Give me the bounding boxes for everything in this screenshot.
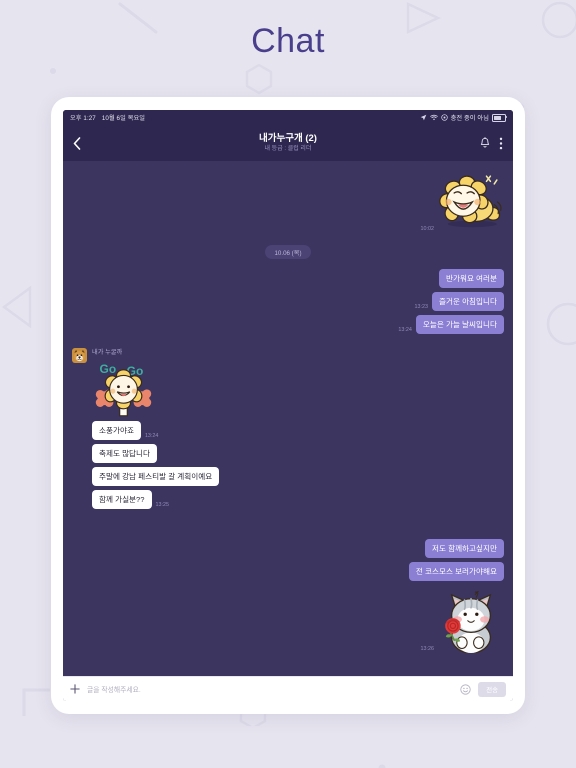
message-row: 10:02	[72, 171, 504, 233]
emoji-smile-icon[interactable]	[460, 683, 471, 695]
message-bubble-outgoing[interactable]: 반가워요 여러분	[438, 269, 504, 288]
message-bubble-outgoing[interactable]: 즐거운 아침입니다	[432, 292, 504, 311]
cat-with-rose-sticker[interactable]	[438, 590, 504, 654]
sticker-go-text-left: Go	[100, 362, 117, 376]
plus-icon[interactable]	[70, 684, 80, 694]
status-bar-date: 10월 6일 목요일	[101, 115, 146, 122]
message-timestamp: 13:23	[414, 304, 429, 310]
wifi-icon	[429, 114, 438, 121]
status-bar: 오후 1:27 10월 6일 목요일 충전 중이 아님	[63, 110, 513, 125]
more-vertical-icon[interactable]	[499, 137, 503, 150]
message-bubble-incoming[interactable]: 주말에 강남 페스티발 갈 계획이예요	[92, 467, 220, 486]
battery-status-text: 충전 중이 아님	[450, 115, 489, 122]
tablet-device-frame: 오후 1:27 10월 6일 목요일 충전 중이 아님 내가누구개 (2) 내 …	[51, 97, 525, 714]
hexagon-decor	[245, 63, 273, 95]
message-row: 저도 함께하고싶지만	[72, 539, 504, 558]
circle-outline-decor	[546, 302, 576, 346]
message-timestamp: 10:02	[420, 226, 435, 232]
status-bar-time: 오후 1:27	[70, 115, 96, 122]
message-timestamp: 13:24	[144, 433, 159, 439]
chat-title-block: 내가누구개 (2) 내 등급 : 클럽 리더	[63, 133, 513, 154]
message-timestamp: 13:24	[398, 327, 412, 333]
message-bubble-outgoing[interactable]: 저도 함께하고싶지만	[425, 539, 504, 558]
sender-name: 내가 누굴까	[92, 349, 123, 356]
rotation-lock-icon	[440, 114, 448, 121]
message-bubble-incoming[interactable]: 함께 가실분??	[92, 490, 152, 509]
message-row: 13:26	[72, 590, 504, 654]
send-button[interactable]: 전송	[478, 681, 506, 697]
dot-decor	[378, 764, 386, 768]
app-screen: 오후 1:27 10월 6일 목요일 충전 중이 아님 내가누구개 (2) 내 …	[63, 110, 513, 701]
battery-icon	[492, 113, 507, 122]
chat-header: 내가누구개 (2) 내 등급 : 클럽 리더	[63, 125, 513, 161]
incoming-sender-block: 내가 누굴까 Go Go	[72, 348, 504, 419]
lion-laughing-sticker[interactable]	[438, 171, 504, 233]
message-bubble-incoming[interactable]: 소풍가야죠	[92, 421, 141, 440]
chat-room-title: 내가누구개 (2)	[259, 132, 317, 144]
message-bubble-incoming[interactable]: 축제도 많답니다	[92, 444, 158, 463]
message-input[interactable]: 글을 작성해주세요.	[87, 684, 453, 694]
page-title: Chat	[251, 22, 325, 60]
message-bubble-outgoing[interactable]: 전 코스모스 보러가야해요	[408, 562, 504, 581]
message-row: 반가워요 여러분	[72, 269, 504, 288]
corner-decor	[22, 688, 50, 716]
dot-decor	[50, 68, 56, 74]
message-row: 13:24 오늘은 가늘 날씨입니다	[72, 315, 504, 334]
alarm-bell-icon[interactable]	[480, 137, 490, 149]
message-row: 13:23 즐거운 아침입니다	[72, 292, 504, 311]
location-arrow-icon	[420, 114, 427, 121]
back-chevron-icon[interactable]	[73, 136, 93, 150]
message-row: 축제도 많답니다	[72, 444, 513, 463]
message-input-bar: 글을 작성해주세요. 전송	[63, 676, 513, 701]
message-row: 주말에 강남 페스티발 갈 계획이예요	[72, 467, 513, 486]
message-row: 함께 가실분?? 13:25	[72, 490, 513, 509]
date-divider: 10.06 (목)	[265, 245, 311, 259]
chat-room-subtitle: 내 등급 : 클럽 리더	[264, 145, 312, 152]
lion-cheer-gogo-sticker[interactable]: Go Go	[92, 359, 155, 419]
message-row: 소풍가야죠 13:24	[72, 421, 513, 440]
date-divider-row: 10.06 (목)	[72, 245, 504, 259]
message-list[interactable]: 10:02 10.06 (목) 반가워요 여러분 13:23 즐거운 아침입니다…	[63, 161, 513, 676]
triangle-outline-decor	[1, 285, 32, 329]
dog-avatar[interactable]	[72, 348, 87, 363]
message-timestamp: 13:25	[155, 502, 170, 508]
message-row: 전 코스모스 보러가야해요	[72, 562, 504, 581]
message-timestamp: 13:26	[420, 646, 435, 652]
message-bubble-outgoing[interactable]: 오늘은 가늘 날씨입니다	[415, 315, 504, 334]
